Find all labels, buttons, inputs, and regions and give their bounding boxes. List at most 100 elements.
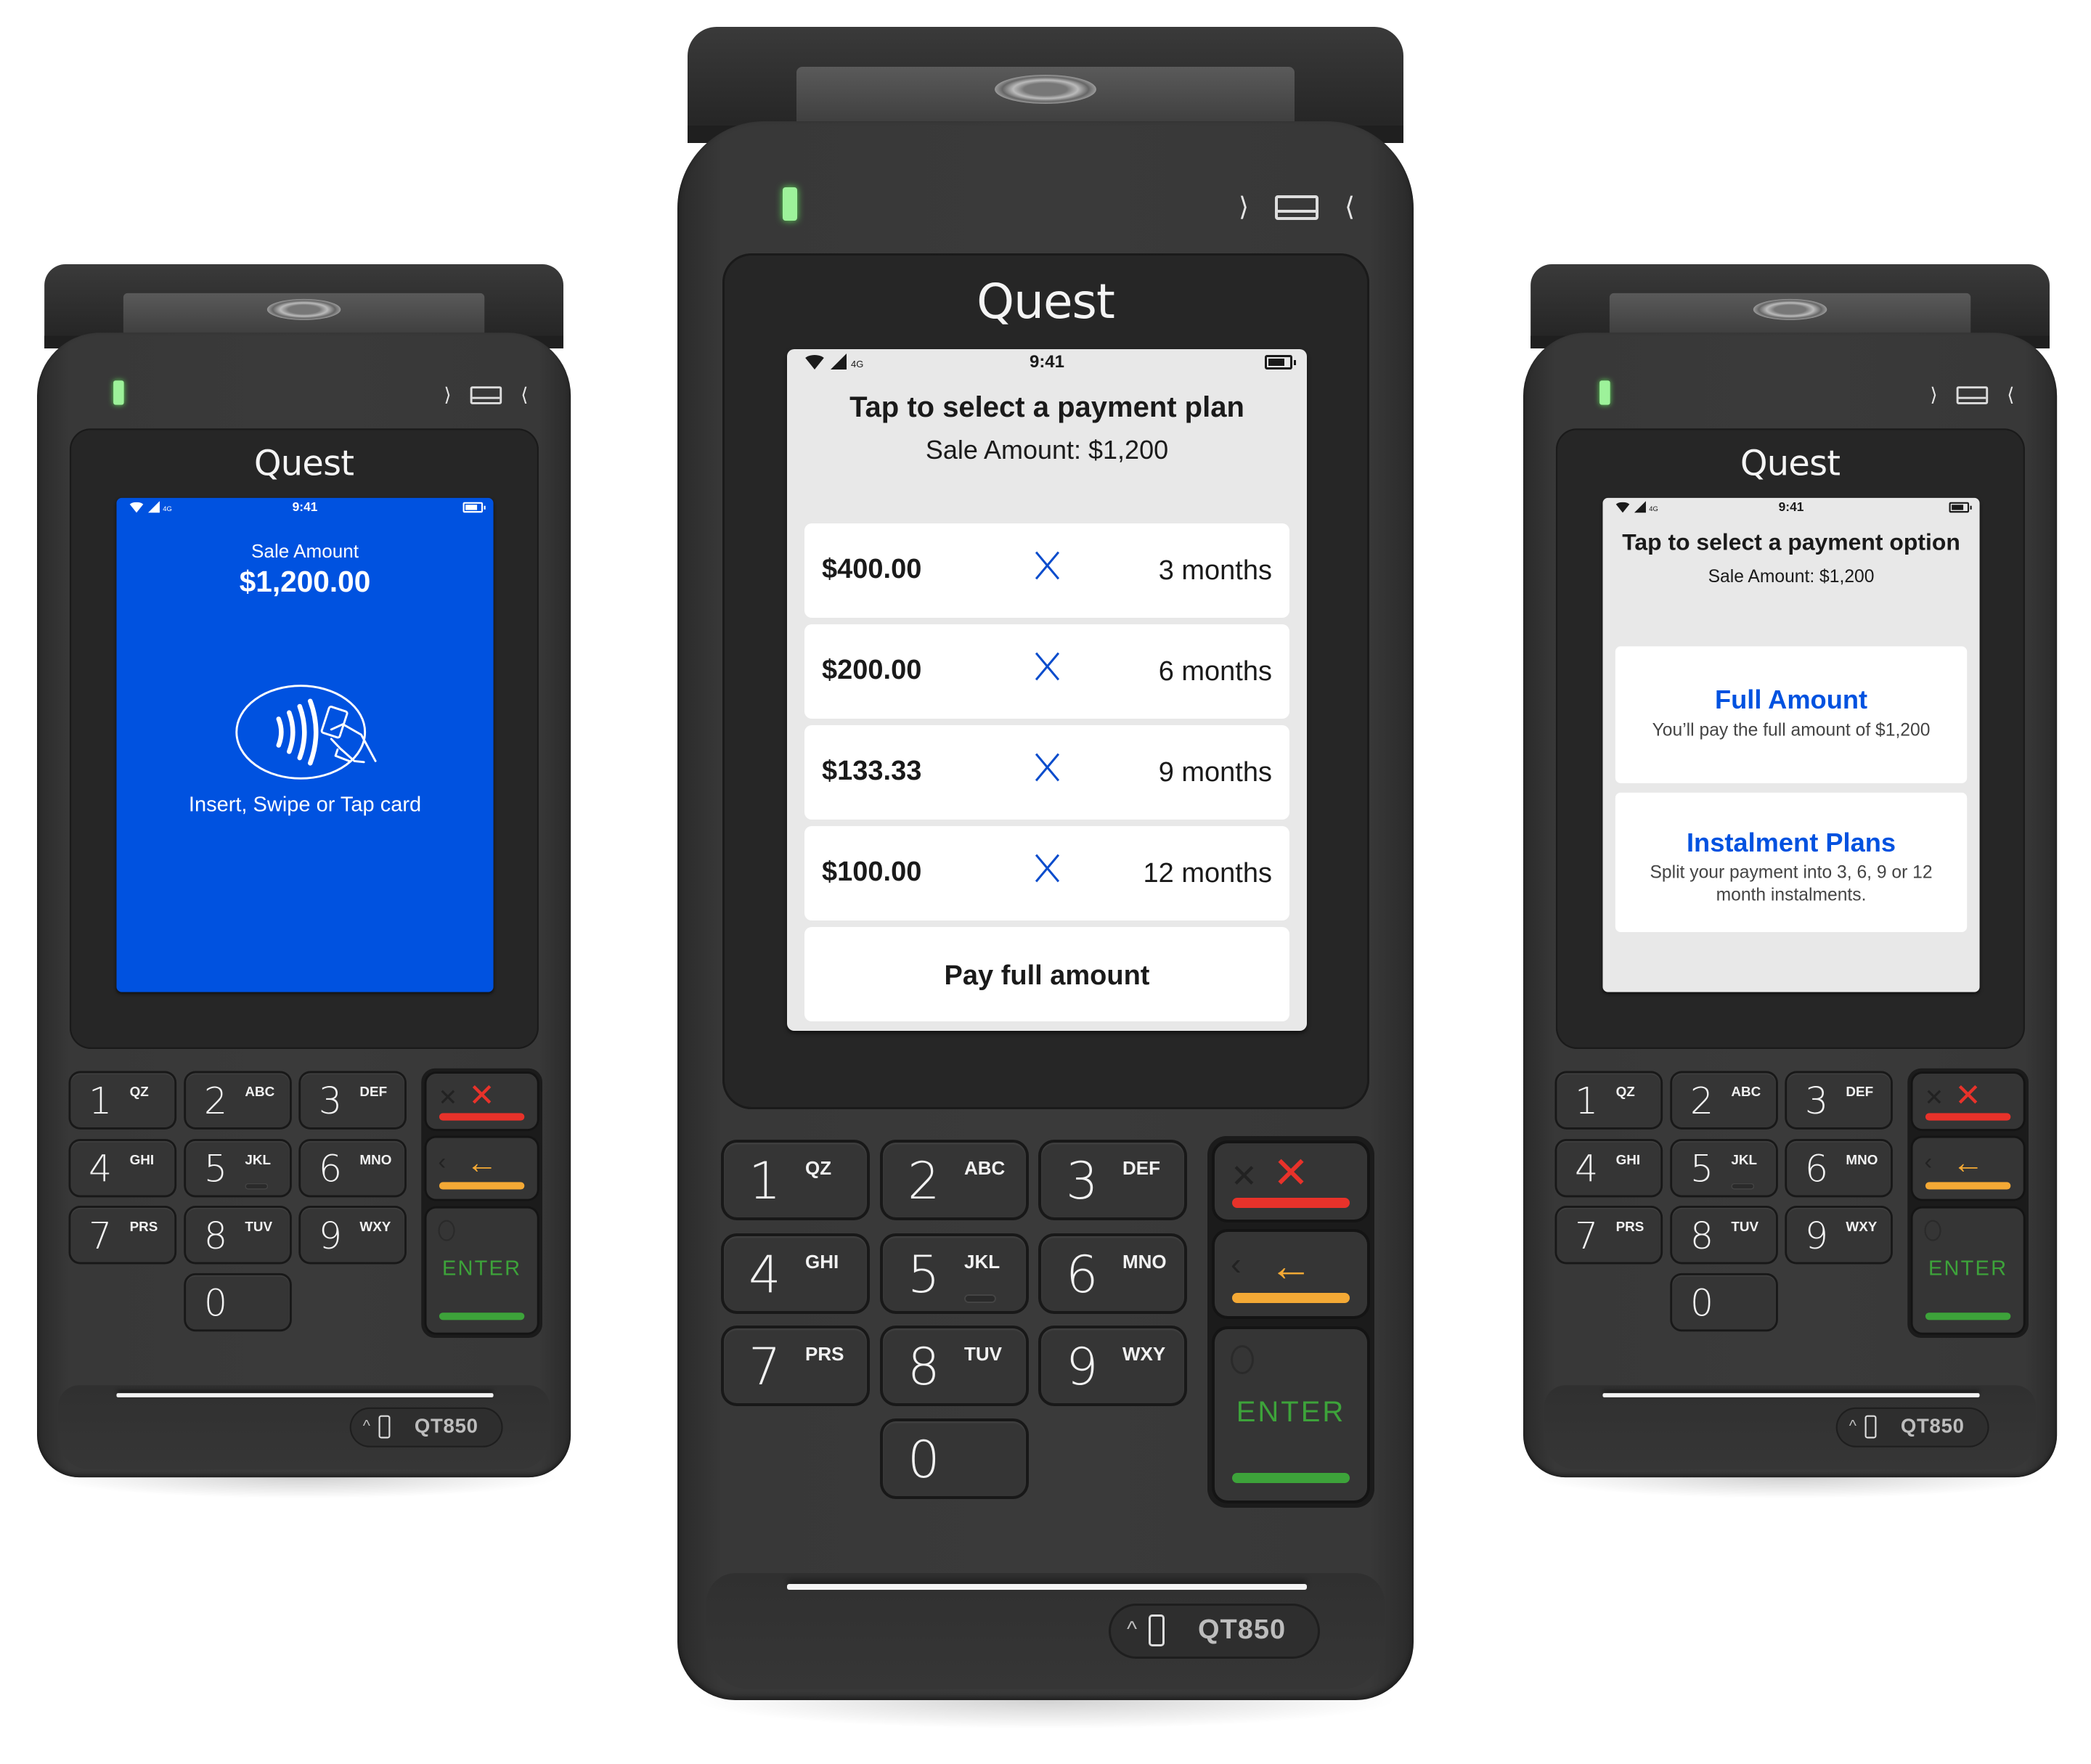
function-keys: ✕ ✕ ‹ ← ENTER	[1207, 1136, 1374, 1508]
touch-screen[interactable]: 4G 9:41 Sale Amount $1,200.00 Insert, Sw…	[116, 497, 494, 992]
pay-full-amount-button[interactable]: Pay full amount	[804, 927, 1289, 1021]
key-letters: QZ	[1615, 1083, 1635, 1100]
plan-term: 3 months	[1158, 555, 1272, 586]
key-letters: TUV	[1731, 1218, 1759, 1235]
key-digit: 3	[1066, 1151, 1099, 1211]
touch-screen[interactable]: 4G 9:41 Tap to select a payment option S…	[1602, 497, 1980, 992]
key-digit: 7	[749, 1337, 781, 1397]
key-digit: 3	[318, 1079, 343, 1123]
card-icon	[470, 386, 502, 404]
chevron-left-icon: ⟨	[1345, 192, 1356, 221]
key-5[interactable]: 5 JKL	[186, 1140, 290, 1196]
key-6[interactable]: 6 MNO	[1787, 1140, 1891, 1196]
key-digit: 3	[1804, 1079, 1829, 1123]
key-8[interactable]: 8 TUV	[883, 1328, 1026, 1403]
clear-key[interactable]: ‹ ←	[1912, 1138, 2023, 1199]
cancel-key[interactable]: ✕ ✕	[1215, 1143, 1367, 1220]
key-0[interactable]: 0	[186, 1275, 290, 1330]
key-3[interactable]: 3 DEF	[301, 1073, 405, 1127]
screen-title: Tap to select a payment option	[1622, 529, 1960, 555]
key-letters: TUV	[245, 1218, 273, 1235]
enter-key[interactable]: ENTER	[426, 1208, 537, 1333]
key-9[interactable]: 9 WXY	[301, 1207, 405, 1262]
key-7[interactable]: 7 PRS	[724, 1328, 867, 1403]
key-letters: ABC	[245, 1083, 275, 1100]
plan-row[interactable]: $200.00 6 months	[804, 624, 1289, 719]
key-letters: GHI	[805, 1251, 839, 1273]
key-digit: 8	[908, 1337, 940, 1397]
key-digit: 9	[318, 1214, 343, 1258]
status-led-icon	[783, 187, 797, 221]
key-2[interactable]: 2 ABC	[1672, 1073, 1776, 1127]
nfc-logo-icon	[1753, 298, 1827, 320]
function-keys: ✕ ✕ ‹ ← ENTER	[421, 1068, 542, 1338]
key-4[interactable]: 4 GHI	[70, 1140, 175, 1196]
caret-up-icon: ^	[362, 1417, 370, 1435]
contactless-tap-icon[interactable]	[232, 682, 380, 783]
card-insert-slot	[116, 1393, 494, 1397]
cancel-key[interactable]: ✕ ✕	[426, 1074, 537, 1130]
key-digit: 2	[1689, 1079, 1714, 1123]
key-5[interactable]: 5 JKL	[1672, 1140, 1776, 1196]
key-9[interactable]: 9 WXY	[1787, 1207, 1891, 1262]
key-digit: 5	[1689, 1147, 1714, 1191]
model-name: QT850	[1198, 1614, 1287, 1645]
key-8[interactable]: 8 TUV	[186, 1207, 290, 1262]
payment-terminal-right: ⟩ ⟨ Quest 4G 9:41 Tap to select a paymen…	[1523, 264, 2058, 1499]
plan-row[interactable]: $133.33 9 months	[804, 725, 1289, 820]
screen-title: Tap to select a payment plan	[849, 391, 1244, 423]
model-badge: ^ QT850	[1111, 1606, 1318, 1657]
key-6[interactable]: 6 MNO	[301, 1140, 405, 1196]
cancel-x-icon: ✕	[1272, 1148, 1310, 1197]
key-7[interactable]: 7 PRS	[70, 1207, 175, 1262]
clear-key[interactable]: ‹ ←	[426, 1138, 537, 1199]
plan-row[interactable]: $400.00 3 months	[804, 523, 1289, 618]
key-3[interactable]: 3 DEF	[1041, 1143, 1184, 1217]
plan-row[interactable]: $100.00 12 months	[804, 826, 1289, 920]
key-letters: ABC	[1731, 1083, 1761, 1100]
caret-up-icon: ^	[1127, 1617, 1138, 1641]
enter-label: ENTER	[1928, 1257, 2008, 1281]
key-letters: MNO	[1846, 1151, 1878, 1168]
enter-key[interactable]: ENTER	[1215, 1329, 1367, 1500]
key-4[interactable]: 4 GHI	[1557, 1140, 1661, 1196]
key-2[interactable]: 2 ABC	[186, 1073, 290, 1127]
key-1[interactable]: 1 QZ	[70, 1073, 175, 1127]
key-letters: MNO	[1122, 1251, 1167, 1273]
key-4[interactable]: 4 GHI	[724, 1236, 867, 1311]
times-icon	[1032, 753, 1061, 782]
brand-logo: Quest	[1740, 443, 1841, 484]
key-3[interactable]: 3 DEF	[1787, 1073, 1891, 1127]
key-digit: 0	[908, 1430, 940, 1490]
chevron-left-icon: ⟨	[2007, 383, 2015, 406]
plan-term: 6 months	[1158, 656, 1272, 687]
key-digit: 8	[203, 1214, 228, 1258]
key-digit: 4	[89, 1147, 113, 1191]
key-1[interactable]: 1 QZ	[1557, 1073, 1661, 1127]
key-digit: 6	[1804, 1147, 1829, 1191]
cancel-key[interactable]: ✕ ✕	[1912, 1074, 2023, 1130]
tactile-bump-icon	[245, 1183, 269, 1190]
key-9[interactable]: 9 WXY	[1041, 1328, 1184, 1403]
touch-screen[interactable]: 4G 9:41 Tap to select a payment plan Sal…	[787, 349, 1307, 1031]
status-time: 9:41	[1029, 352, 1065, 372]
key-8[interactable]: 8 TUV	[1672, 1207, 1776, 1262]
key-0[interactable]: 0	[1672, 1275, 1776, 1330]
key-letters: DEF	[1846, 1083, 1874, 1100]
key-digit: 1	[89, 1079, 113, 1123]
key-7[interactable]: 7 PRS	[1557, 1207, 1661, 1262]
key-letters: GHI	[1615, 1151, 1641, 1168]
status-time: 9:41	[292, 499, 318, 515]
clear-key[interactable]: ‹ ←	[1215, 1232, 1367, 1316]
key-6[interactable]: 6 MNO	[1041, 1236, 1184, 1311]
key-5[interactable]: 5 JKL	[883, 1236, 1026, 1311]
key-letters: DEF	[359, 1083, 388, 1100]
enter-key[interactable]: ENTER	[1912, 1208, 2023, 1333]
full-amount-option[interactable]: Full Amount You’ll pay the full amount o…	[1615, 646, 1968, 783]
enter-circle-icon	[1924, 1220, 1941, 1241]
key-1[interactable]: 1 QZ	[724, 1143, 867, 1217]
key-2[interactable]: 2 ABC	[883, 1143, 1026, 1217]
key-digit: 4	[1575, 1147, 1599, 1191]
instalment-plans-option[interactable]: Instalment Plans Split your payment into…	[1615, 792, 1968, 933]
key-0[interactable]: 0	[883, 1421, 1026, 1496]
